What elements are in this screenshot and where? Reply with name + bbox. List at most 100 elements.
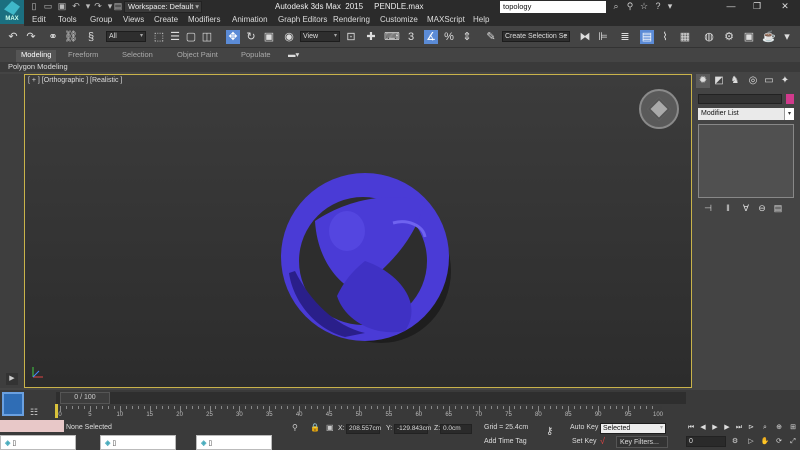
select-by-name-icon[interactable]: ☰	[168, 30, 182, 44]
utilities-tab-icon[interactable]: ✦	[778, 74, 792, 88]
add-time-tag[interactable]: Add Time Tag	[484, 438, 527, 445]
curve-editor-icon[interactable]: ⌇	[658, 30, 672, 44]
zoom-all-icon[interactable]: ⊕	[774, 423, 784, 433]
previous-frame-icon[interactable]: ◀	[698, 423, 708, 433]
key-curve-icon[interactable]: √	[600, 436, 605, 446]
current-frame-field[interactable]: 0	[686, 436, 726, 447]
help-icon[interactable]: ?	[652, 1, 664, 12]
menu-create[interactable]: Create	[154, 15, 178, 25]
polygon-modeling-label[interactable]: Polygon Modeling	[8, 62, 68, 72]
layer-manager-icon[interactable]: ≣	[618, 30, 632, 44]
x-coordinate-field[interactable]: 208.557cm	[346, 424, 381, 434]
link-icon[interactable]: ⚭	[46, 30, 60, 44]
pan-icon[interactable]: ✋	[760, 437, 770, 447]
taskbar-item-1[interactable]: ◈ ▯	[0, 435, 76, 450]
time-slider[interactable]: 0 / 100	[56, 392, 686, 404]
orbit-icon[interactable]: ⟳	[774, 437, 784, 447]
redo-icon[interactable]: ↷	[24, 30, 38, 44]
edit-named-selection-icon[interactable]: ✎	[484, 30, 498, 44]
close-button[interactable]: ✕	[774, 0, 796, 13]
show-end-result-icon[interactable]: ‖	[722, 202, 734, 214]
isolate-selection-icon[interactable]: ⚲	[292, 423, 298, 432]
perspective-viewport[interactable]: [ + ] [Orthographic ] [Realistic ]	[24, 74, 692, 388]
y-coordinate-field[interactable]: -129.843cm	[394, 424, 431, 434]
material-editor-icon[interactable]: ◍	[702, 30, 716, 44]
hierarchy-tab-icon[interactable]: ♞	[728, 74, 742, 88]
key-mode-dropdown[interactable]: Selected ▾	[600, 423, 666, 434]
time-config-icon[interactable]: ⚙	[730, 437, 740, 447]
taskbar-item-3[interactable]: ◈ ▯	[196, 435, 272, 450]
menu-help[interactable]: Help	[473, 15, 489, 25]
select-object-icon[interactable]: ⬚	[152, 30, 166, 44]
restore-button[interactable]: ❐	[746, 0, 768, 13]
motion-tab-icon[interactable]: ◎	[746, 74, 760, 88]
zoom-icon[interactable]: ⌕	[760, 423, 770, 433]
save-file-icon[interactable]: ▣	[56, 1, 68, 12]
search-icon[interactable]: ⌕	[610, 1, 622, 12]
select-manipulate-icon[interactable]: ✚	[364, 30, 378, 44]
window-crossing-icon[interactable]: ◫	[200, 30, 214, 44]
make-unique-icon[interactable]: ∀	[740, 202, 752, 214]
object-color-swatch[interactable]	[786, 94, 794, 104]
fov-icon[interactable]: ▷	[746, 437, 756, 447]
viewcube[interactable]	[639, 89, 679, 129]
ribbon-toggle-icon[interactable]: ▤	[640, 30, 654, 44]
transform-mode-icon[interactable]: ▣	[326, 423, 334, 432]
maxscript-listener[interactable]	[0, 420, 64, 432]
percent-snap-icon[interactable]: %	[442, 30, 456, 44]
menu-modifiers[interactable]: Modifiers	[188, 15, 220, 25]
menu-edit[interactable]: Edit	[32, 15, 46, 25]
create-tab-icon[interactable]: ✹	[696, 74, 710, 88]
angle-snap-icon[interactable]: ∡	[424, 30, 438, 44]
move-icon[interactable]: ✥	[226, 30, 240, 44]
keyboard-shortcut-icon[interactable]: ⌨	[384, 30, 400, 44]
rotate-icon[interactable]: ↻	[244, 30, 258, 44]
redo-icon[interactable]: ↷	[92, 1, 104, 12]
tab-freeform[interactable]: Freeform	[68, 50, 98, 62]
key-filters-button[interactable]: Key Filters...	[616, 436, 668, 448]
undo-icon[interactable]: ↶	[6, 30, 20, 44]
open-mini-curve-editor-icon[interactable]: ☷	[30, 406, 44, 418]
go-to-end-icon[interactable]: ⏭	[734, 423, 744, 433]
time-slider-thumb[interactable]: 0 / 100	[60, 392, 110, 404]
menu-views[interactable]: Views	[123, 15, 144, 25]
open-file-icon[interactable]: ▭	[42, 1, 54, 12]
search-input[interactable]: topology	[500, 1, 606, 13]
menu-customize[interactable]: Customize	[380, 15, 418, 25]
modify-tab-icon[interactable]: ◩	[712, 74, 726, 88]
communication-center-icon[interactable]: ⚲	[624, 1, 636, 12]
menu-rendering[interactable]: Rendering	[333, 15, 370, 25]
zoom-extents-icon[interactable]: ⊞	[788, 423, 798, 433]
tab-object-paint[interactable]: Object Paint	[177, 50, 218, 62]
taskbar-item-2[interactable]: ◈ ▯	[100, 435, 176, 450]
modifier-stack[interactable]	[698, 124, 794, 198]
minimize-button[interactable]: —	[720, 0, 742, 13]
display-tab-icon[interactable]: ▭	[762, 74, 776, 88]
spinner-snap-icon[interactable]: ⇕	[460, 30, 474, 44]
snaps-toggle-icon[interactable]: 3	[404, 30, 418, 44]
workspace-dropdown[interactable]: Workspace: Default ▾	[124, 1, 202, 13]
named-selection-dropdown[interactable]: Create Selection Se ▾	[502, 31, 570, 42]
render-setup-icon[interactable]: ⚙	[722, 30, 736, 44]
tab-selection[interactable]: Selection	[122, 50, 153, 62]
rendered-frame-icon[interactable]: ▣	[742, 30, 756, 44]
bind-space-warp-icon[interactable]: §	[84, 30, 98, 44]
mini-viewport-icon[interactable]	[2, 392, 24, 416]
pendle-object[interactable]	[275, 161, 451, 351]
auto-key-button[interactable]: Auto Key	[570, 424, 598, 431]
selection-filter-dropdown[interactable]: All ▾	[106, 31, 146, 42]
scale-icon[interactable]: ▣	[262, 30, 276, 44]
tab-populate[interactable]: Populate	[241, 50, 271, 62]
track-bar[interactable]: 0 5 10 15 20 25 30 35 40 45 50 55 60 65 70 75 80 85 90 95 10…	[56, 406, 663, 420]
modifier-list-dropdown[interactable]: Modifier List ▾	[698, 108, 794, 120]
maximize-viewport-icon[interactable]: ⤢	[788, 437, 798, 447]
project-folder-icon[interactable]: ▤	[112, 1, 124, 12]
tab-modeling[interactable]: Modeling	[16, 50, 57, 62]
viewport-layout-expand-icon[interactable]: ▶	[6, 373, 18, 385]
app-logo[interactable]: MAX	[0, 0, 24, 24]
lock-selection-icon[interactable]: 🔒	[310, 423, 320, 432]
ribbon-options-icon[interactable]: ▬▾	[288, 50, 299, 62]
help-dropdown-icon[interactable]: ▾	[664, 1, 676, 12]
z-coordinate-field[interactable]: 0.0cm	[440, 424, 472, 434]
unlink-icon[interactable]: ⛓	[64, 30, 78, 44]
